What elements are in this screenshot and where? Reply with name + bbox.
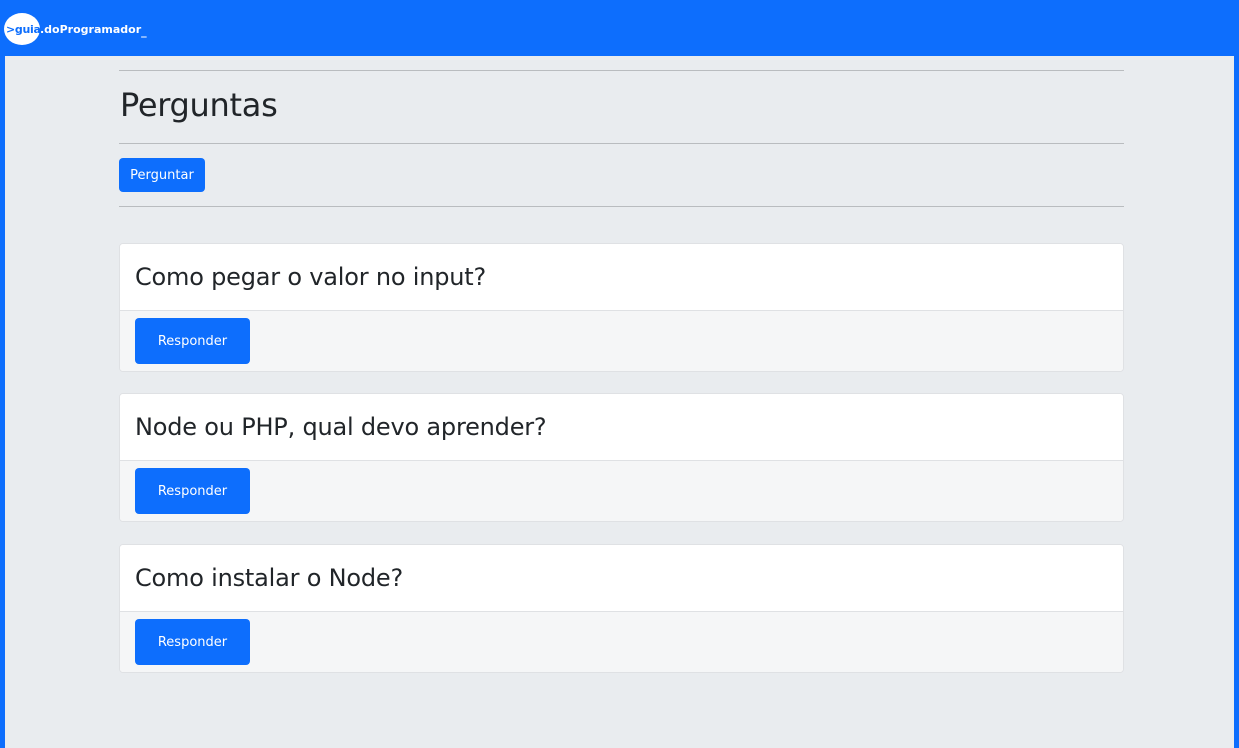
brand-logo[interactable]: >guia .doProgramador _ — [4, 13, 147, 45]
question-card-header: Node ou PHP, qual devo aprender? — [120, 394, 1123, 461]
divider-top — [119, 70, 1124, 71]
logo-badge: >guia — [4, 13, 41, 45]
question-card-header: Como pegar o valor no input? — [120, 244, 1123, 311]
question-title[interactable]: Como pegar o valor no input? — [135, 263, 486, 291]
answer-button[interactable]: Responder — [135, 468, 250, 514]
ask-question-button[interactable]: Perguntar — [119, 158, 205, 192]
main-content: Perguntas Perguntar Como pegar o valor n… — [5, 56, 1234, 748]
question-card-footer: Responder — [120, 311, 1123, 371]
question-card-footer: Responder — [120, 612, 1123, 672]
logo-suffix: .doProgramador — [40, 22, 142, 36]
navbar: >guia .doProgramador _ — [0, 0, 1239, 56]
question-card: Como pegar o valor no input? Responder — [119, 243, 1124, 372]
question-card: Como instalar o Node? Responder — [119, 544, 1124, 673]
answer-button[interactable]: Responder — [135, 318, 250, 364]
question-title[interactable]: Node ou PHP, qual devo aprender? — [135, 413, 547, 441]
logo-prefix: >guia — [6, 22, 41, 36]
question-title[interactable]: Como instalar o Node? — [135, 564, 403, 592]
divider-middle — [119, 143, 1124, 144]
divider-bottom — [119, 206, 1124, 207]
logo-cursor: _ — [141, 24, 147, 38]
question-card-footer: Responder — [120, 461, 1123, 521]
question-card-header: Como instalar o Node? — [120, 545, 1123, 612]
answer-button[interactable]: Responder — [135, 619, 250, 665]
page-title: Perguntas — [120, 86, 278, 124]
question-card: Node ou PHP, qual devo aprender? Respond… — [119, 393, 1124, 522]
